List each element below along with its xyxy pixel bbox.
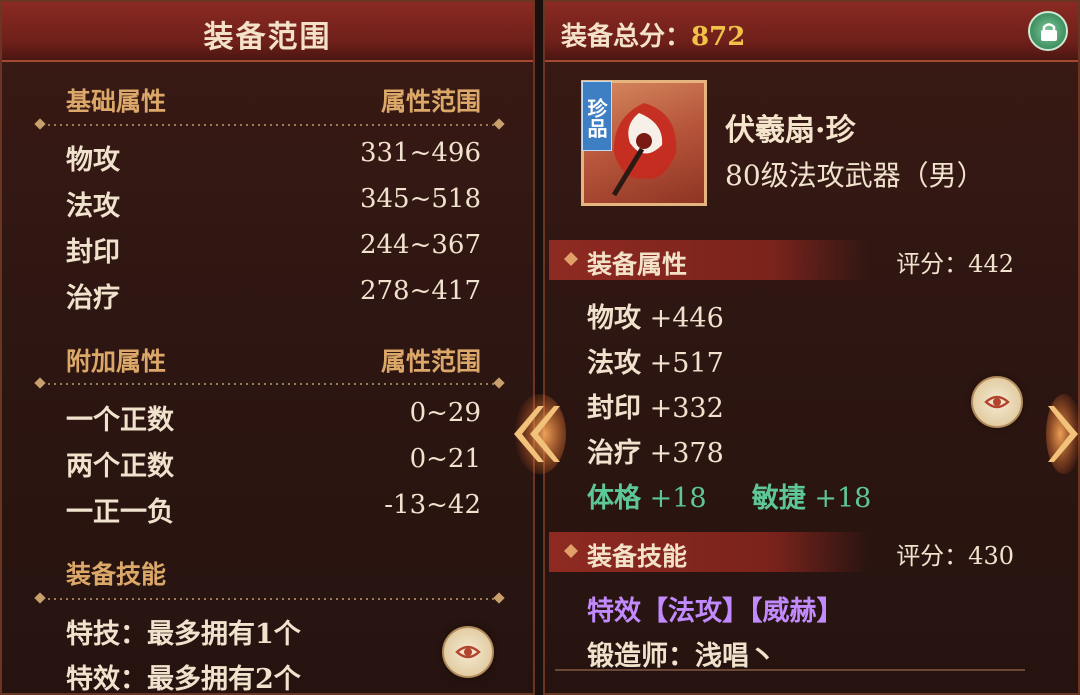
stat-value: +332 xyxy=(649,393,724,424)
base-attr-header: 基础属性 xyxy=(66,87,167,116)
extra-attr-range: -13~42 xyxy=(384,490,481,520)
stat-line: 治疗 +378 xyxy=(587,431,724,470)
extra-attr-range: 0~21 xyxy=(409,444,481,474)
divider xyxy=(555,669,1025,671)
panel-title: 装备范围 xyxy=(203,20,332,55)
extra-attr-name: 一正一负 xyxy=(66,497,174,528)
stat-name: 治疗 xyxy=(587,438,641,469)
stat-value: +446 xyxy=(649,303,724,334)
base-range-header: 属性范围 xyxy=(380,87,481,116)
diamond-icon xyxy=(564,544,578,558)
total-score-value: 872 xyxy=(691,22,746,52)
forger-line: 锻造师：浅唱丶 xyxy=(587,641,776,672)
attributes-header: 装备属性 xyxy=(587,250,688,279)
fan-icon xyxy=(611,103,677,197)
total-score: 装备总分：872 xyxy=(561,16,745,53)
base-attr-name: 法攻 xyxy=(66,191,120,222)
extra-stat-value: +18 xyxy=(649,483,707,514)
stat-value: +517 xyxy=(649,348,724,379)
skills-header: 装备技能 xyxy=(587,542,688,571)
base-attr-range: 244~367 xyxy=(359,230,481,260)
skills-score: 评分：430 xyxy=(896,542,1014,570)
total-score-label: 装备总分： xyxy=(561,22,692,52)
base-attr-range: 345~518 xyxy=(359,184,481,214)
stat-line: 法攻 +517 xyxy=(587,341,724,380)
item-type: 80级法攻武器（男） xyxy=(725,159,985,192)
extra-range-header: 属性范围 xyxy=(380,347,481,376)
equipment-detail-panel: 装备总分：872 珍品 伏羲扇·珍 80级法攻武器（男） 装备属性 评分：442… xyxy=(543,0,1080,695)
view-button[interactable] xyxy=(971,376,1023,428)
eye-icon xyxy=(455,645,481,659)
right-header-bar: 装备总分：872 xyxy=(545,2,1078,62)
lock-icon xyxy=(1041,23,1057,41)
diamond-icon xyxy=(564,252,578,266)
divider xyxy=(42,598,497,600)
skills-ribbon: 装备技能 xyxy=(549,532,869,572)
chevron-left-icon[interactable] xyxy=(500,392,566,476)
stat-line: 物攻 +446 xyxy=(587,296,724,335)
stat-value: +378 xyxy=(649,438,724,469)
extra-stat-line: 体格 +18 敏捷 +18 xyxy=(587,476,871,515)
base-attr-range: 331~496 xyxy=(359,138,481,168)
base-attr-name: 治疗 xyxy=(66,283,120,314)
effect-line: 特效【法攻】【威赫】 xyxy=(587,596,844,627)
attributes-score: 评分：442 xyxy=(896,250,1014,278)
lock-button[interactable] xyxy=(1028,11,1068,51)
item-name: 伏羲扇·珍 xyxy=(725,113,856,148)
stat-line: 封印 +332 xyxy=(587,386,724,425)
view-button[interactable] xyxy=(442,626,494,678)
extra-attr-range: 0~29 xyxy=(409,398,481,428)
extra-stat-name: 敏捷 xyxy=(751,483,806,514)
skill-limit-line: 特技：最多拥有1个 xyxy=(66,619,301,650)
extra-attr-header: 附加属性 xyxy=(66,347,167,376)
base-attr-name: 封印 xyxy=(66,237,120,268)
divider xyxy=(42,124,497,126)
item-icon[interactable]: 珍品 xyxy=(581,80,707,206)
stat-name: 法攻 xyxy=(587,348,641,379)
skills-header: 装备技能 xyxy=(66,560,167,589)
attributes-ribbon: 装备属性 xyxy=(549,240,869,280)
equipment-range-panel: 装备范围 基础属性 属性范围 物攻 331~496 法攻 345~518 封印 … xyxy=(0,0,535,695)
eye-icon xyxy=(984,395,1010,409)
stat-name: 封印 xyxy=(587,393,641,424)
chevron-right-icon[interactable] xyxy=(1044,392,1080,476)
base-attr-name: 物攻 xyxy=(66,145,120,176)
left-header-bar: 装备范围 xyxy=(2,2,533,62)
extra-attr-name: 一个正数 xyxy=(66,405,174,436)
extra-stat-value: +18 xyxy=(814,483,872,514)
extra-attr-name: 两个正数 xyxy=(66,451,174,482)
base-attr-range: 278~417 xyxy=(359,276,481,306)
stat-name: 物攻 xyxy=(587,303,641,334)
skill-limit-line: 特效：最多拥有2个 xyxy=(66,664,301,695)
divider xyxy=(42,383,497,385)
extra-stat-name: 体格 xyxy=(587,483,641,514)
